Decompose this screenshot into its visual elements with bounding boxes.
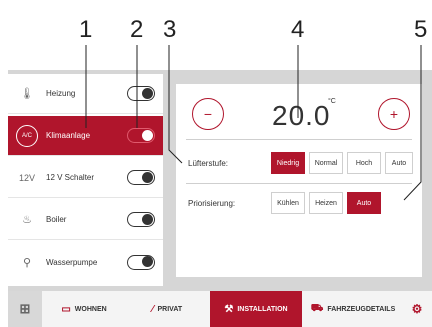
divider (186, 183, 412, 184)
12v-icon: 12V (18, 172, 35, 183)
nav-label: INSTALLATION (237, 305, 288, 313)
temperature-value: 20.0 (272, 100, 331, 131)
callout-3: 3 (163, 16, 177, 43)
divider (186, 139, 412, 140)
list-item-label: Klimaanlage (46, 131, 91, 140)
callout-5: 5 (414, 16, 428, 43)
device-list: 🌡 Heizung A/C Klimaanlage 12V 12 V Schal… (8, 74, 163, 286)
vehicle-icon: ⛟ (310, 302, 324, 314)
grid-icon: ⊞ (19, 301, 31, 316)
list-item-12v-switch[interactable]: 12V 12 V Schalter (8, 158, 163, 198)
callout-2: 2 (130, 16, 144, 43)
list-item-label: Heizung (46, 89, 76, 98)
ac-icon: A/C (16, 124, 38, 147)
boiler-icon: ♨ (22, 214, 32, 226)
temperature-unit: °C (328, 98, 336, 105)
list-item-boiler[interactable]: ♨ Boiler (8, 200, 163, 240)
nav-label: PRIVAT (157, 305, 183, 313)
list-item-heating[interactable]: 🌡 Heizung (8, 74, 163, 114)
priority-option-heat[interactable]: Heizen (309, 192, 343, 214)
nav-installation[interactable]: ⚒ INSTALLATION (210, 291, 302, 327)
12v-toggle[interactable] (127, 170, 155, 185)
increase-temp-button[interactable]: + (378, 98, 410, 130)
water-pump-toggle[interactable] (127, 254, 155, 270)
priority-option-cool[interactable]: Kühlen (271, 192, 305, 214)
thermometer-icon: 🌡 (20, 88, 34, 100)
fan-option-low[interactable]: Niedrig (271, 152, 305, 174)
callout-4: 4 (291, 16, 305, 43)
list-item-label: Wasserpumpe (46, 257, 98, 267)
climate-panel: − 20.0 °C + Lüfterstufe: Niedrig Normal … (176, 84, 422, 277)
living-icon: ▭ (61, 303, 71, 315)
list-item-water-pump[interactable]: ⚲ Wasserpumpe (8, 242, 163, 282)
ac-toggle[interactable] (127, 128, 155, 143)
priority-option-auto[interactable]: Auto (347, 192, 381, 214)
fan-option-high[interactable]: Hoch (347, 152, 381, 174)
nav-privat[interactable]: ⁄ PRIVAT (136, 291, 198, 327)
gear-icon: ⚙ (411, 302, 423, 316)
boiler-toggle[interactable] (127, 212, 155, 227)
bottom-nav: ⊞ ▭ WOHNEN ⁄ PRIVAT ⚒ INSTALLATION ⛟ FAH… (8, 291, 432, 327)
heating-toggle[interactable] (127, 86, 155, 101)
list-item-air-conditioning[interactable]: A/C Klimaanlage (8, 116, 163, 156)
nav-fahrzeugdetails[interactable]: ⛟ FAHRZEUGDETAILS (304, 291, 402, 327)
list-item-label: 12 V Schalter (46, 173, 95, 182)
nav-label: FAHRZEUGDETAILS (327, 305, 396, 313)
nav-label: WOHNEN (74, 305, 107, 313)
callout-1: 1 (79, 16, 93, 43)
installation-icon: ⚒ (224, 303, 234, 315)
nav-home[interactable]: ⊞ (8, 291, 42, 327)
water-pump-icon: ⚲ (22, 256, 32, 269)
nav-wohnen[interactable]: ▭ WOHNEN (48, 291, 120, 327)
fan-option-normal[interactable]: Normal (309, 152, 343, 174)
decrease-temp-button[interactable]: − (192, 98, 224, 130)
private-icon: ⁄ (151, 303, 154, 315)
fan-level-label: Lüfterstufe: (188, 159, 229, 168)
list-item-label: Boiler (46, 215, 67, 224)
priority-label: Priorisierung: (188, 199, 236, 208)
fan-option-auto[interactable]: Auto (385, 152, 413, 174)
nav-settings[interactable]: ⚙ (404, 291, 430, 327)
